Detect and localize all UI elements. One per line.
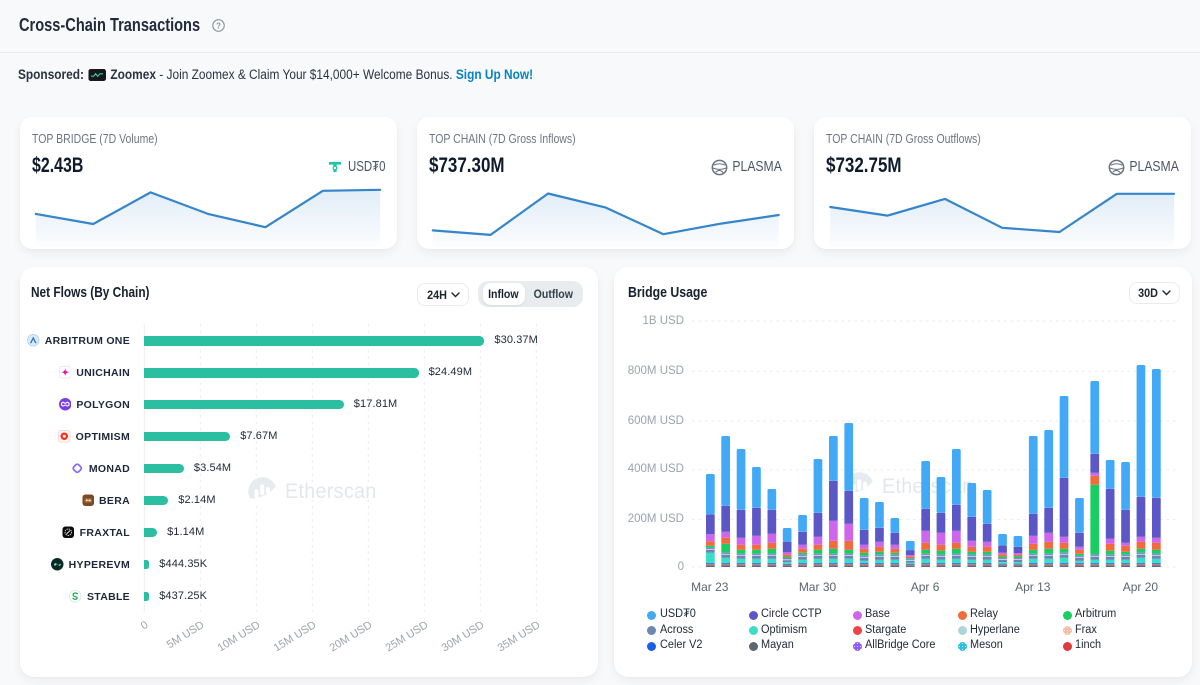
svg-text:?: ? [216, 21, 221, 30]
